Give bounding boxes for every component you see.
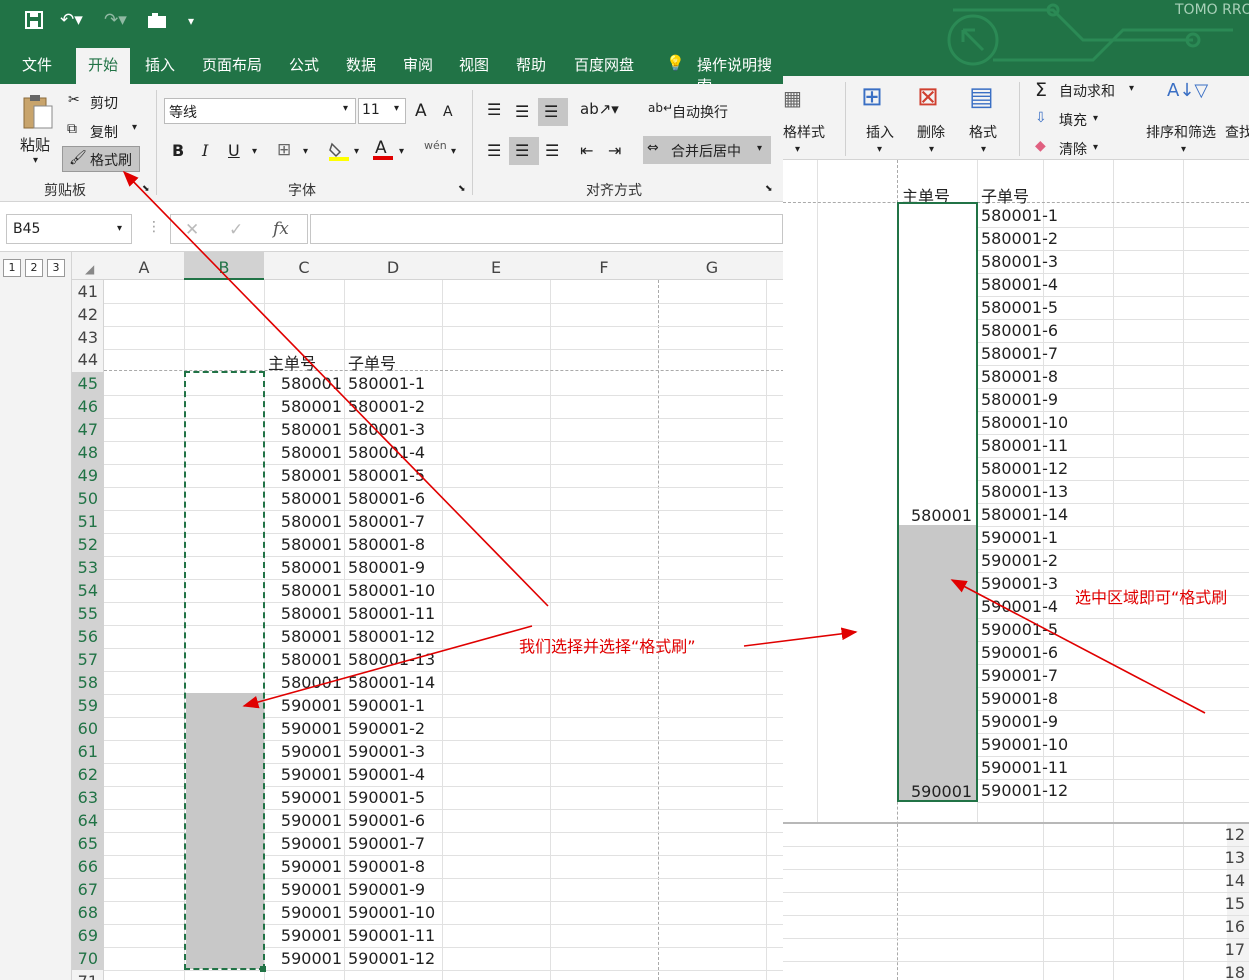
arrow-to-format-painter [122, 170, 549, 607]
annotation-right: 选中区域即可“格式刷 [1075, 588, 1228, 607]
arrow-to-selection [242, 625, 533, 709]
arrow-to-right-window [743, 627, 858, 647]
annotation-arrows [122, 170, 1206, 714]
annotation-left: 我们选择并选择“格式刷” [519, 637, 696, 656]
